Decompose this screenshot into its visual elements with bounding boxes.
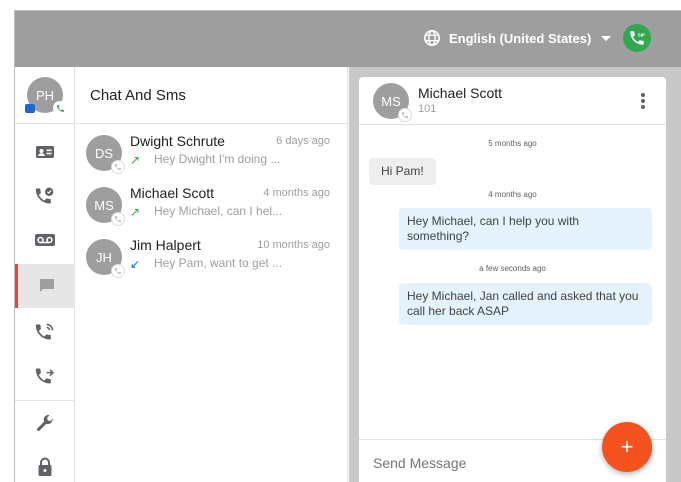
add-button[interactable]: + xyxy=(602,422,652,472)
avatar-initials: JH xyxy=(96,249,112,265)
lock-nav-item[interactable] xyxy=(15,445,75,482)
sip-phone-icon[interactable]: SIP xyxy=(623,24,651,52)
incoming-arrow-icon: ↙ xyxy=(130,257,141,271)
more-options-icon[interactable] xyxy=(639,91,647,111)
avatar: MS xyxy=(86,187,125,226)
timestamp: 6 days ago xyxy=(276,135,330,147)
app-window: English (United States) SIP PH Chat And … xyxy=(14,10,681,482)
contact-name: Dwight Schrute xyxy=(130,133,225,149)
conversation-item[interactable]: DS Dwight Schrute 6 days ago ↗ Hey Dwigh… xyxy=(76,133,348,185)
wrench-icon xyxy=(36,415,54,431)
message-timestamp: a few seconds ago xyxy=(479,264,546,273)
phone-icon xyxy=(111,160,125,174)
nav-rail: PH xyxy=(15,67,75,482)
voicemail-nav-item[interactable] xyxy=(15,218,75,262)
message-preview: Hey Pam, want to get ... xyxy=(154,256,283,270)
contacts-nav-item[interactable] xyxy=(15,130,75,174)
message-timestamp: 5 months ago xyxy=(488,139,537,148)
call-transfer-icon xyxy=(35,368,54,384)
lock-icon xyxy=(38,457,52,476)
chat-icon xyxy=(39,279,54,292)
phone-icon xyxy=(111,264,125,278)
call-history-nav-item[interactable] xyxy=(15,174,75,218)
conversation-item[interactable]: JH Jim Halpert 10 months ago ↙ Hey Pam, … xyxy=(76,237,348,289)
chat-contact-extension: 101 xyxy=(418,103,437,115)
rail-divider xyxy=(15,123,75,124)
voicemail-icon xyxy=(35,234,55,246)
avatar-initials: MS xyxy=(94,197,114,213)
avatar-initials: DS xyxy=(94,145,114,161)
call-history-icon xyxy=(35,187,54,204)
message-timestamp: 4 months ago xyxy=(488,190,537,199)
avatar: DS xyxy=(86,135,125,174)
list-divider xyxy=(76,123,348,124)
message-preview: Hey Dwight I'm doing ... xyxy=(154,152,281,166)
contact-name: Jim Halpert xyxy=(130,237,201,253)
avatar-initials: MS xyxy=(381,93,401,109)
contacts-icon xyxy=(36,146,54,158)
chat-status-icon xyxy=(25,104,35,113)
svg-text:SIP: SIP xyxy=(638,33,645,38)
chat-panel: MS Michael Scott 101 5 months ago Hi Pam… xyxy=(359,77,666,482)
call-forward-icon xyxy=(35,323,54,340)
globe-icon xyxy=(423,29,441,47)
message-bubble-outgoing: Hey Michael, Jan called and asked that y… xyxy=(399,283,652,325)
call-forward-nav-item[interactable] xyxy=(15,310,75,354)
user-initials: PH xyxy=(35,87,55,103)
list-title: Chat And Sms xyxy=(90,87,186,104)
language-selector[interactable]: English (United States) xyxy=(423,27,612,49)
message-bubble-incoming: Hi Pam! xyxy=(369,158,436,185)
avatar: MS xyxy=(373,83,412,122)
chat-header: MS Michael Scott 101 xyxy=(359,77,666,125)
contact-name: Michael Scott xyxy=(130,185,215,201)
top-bar: English (United States) SIP xyxy=(15,11,681,67)
phone-status-icon xyxy=(53,101,67,115)
user-avatar[interactable]: PH xyxy=(25,77,67,115)
timestamp: 4 months ago xyxy=(263,187,330,199)
avatar: JH xyxy=(86,239,125,278)
timestamp: 10 months ago xyxy=(257,239,330,251)
phone-icon xyxy=(398,108,412,122)
phone-icon xyxy=(111,212,125,226)
outgoing-arrow-icon: ↗ xyxy=(130,205,141,219)
language-label: English (United States) xyxy=(449,30,592,46)
outgoing-arrow-icon: ↗ xyxy=(130,153,141,167)
conversation-item[interactable]: MS Michael Scott 4 months ago ↗ Hey Mich… xyxy=(76,185,348,237)
message-preview: Hey Michael, can I hel... xyxy=(154,204,283,218)
chat-pane-background: MS Michael Scott 101 5 months ago Hi Pam… xyxy=(349,67,681,482)
rail-divider xyxy=(15,400,75,401)
call-transfer-nav-item[interactable] xyxy=(15,354,75,398)
message-bubble-outgoing: Hey Michael, can I help you with somethi… xyxy=(399,208,652,250)
chat-nav-item[interactable] xyxy=(15,264,75,308)
settings-nav-item[interactable] xyxy=(15,402,75,446)
chevron-down-icon xyxy=(601,35,612,41)
conversation-list: Chat And Sms DS Dwight Schrute 6 days ag… xyxy=(76,67,348,482)
chat-contact-name: Michael Scott xyxy=(418,85,503,101)
send-message-input[interactable]: Send Message xyxy=(373,455,466,471)
